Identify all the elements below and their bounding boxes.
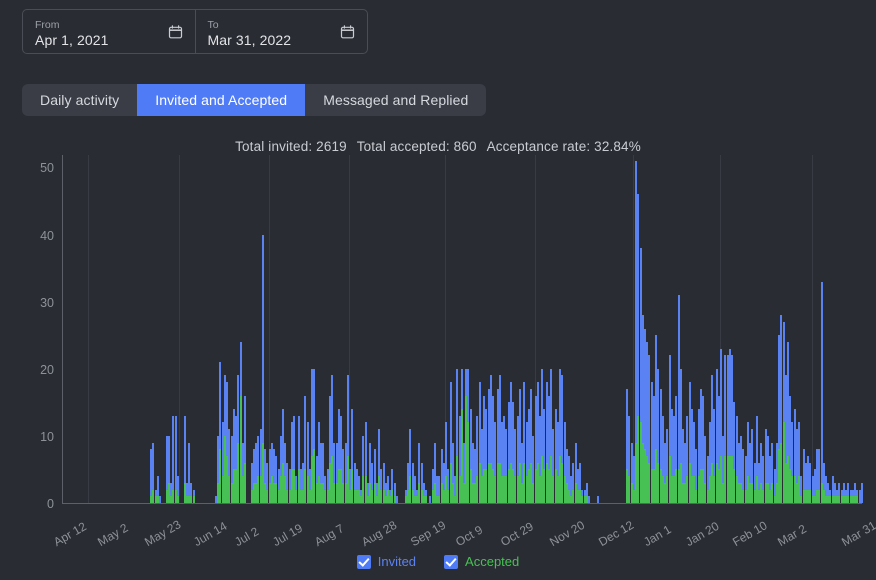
- calendar-icon[interactable]: [168, 24, 183, 39]
- x-tick-label: Dec 12: [596, 517, 637, 550]
- y-tick-label: 30: [40, 295, 54, 310]
- x-tick-label: Jun 14: [191, 518, 230, 550]
- truncated-top-element: [108, 0, 168, 4]
- chart-legend[interactable]: Invited Accepted: [0, 554, 876, 569]
- x-tick-label: May 23: [142, 517, 184, 550]
- stat-total-invited: Total invited: 2619: [235, 139, 347, 154]
- bar-accepted: [156, 496, 159, 503]
- x-tick-label: Apr 12: [51, 519, 89, 550]
- bar-series-container: [63, 155, 863, 503]
- bar-invited: [159, 496, 162, 503]
- tab-daily-activity[interactable]: Daily activity: [22, 84, 137, 116]
- tab-invited-and-accepted[interactable]: Invited and Accepted: [137, 84, 306, 116]
- plot-area: [62, 155, 863, 504]
- legend-label: Invited: [377, 554, 417, 569]
- date-range-picker[interactable]: From Apr 1, 2021 To Mar 31, 2022: [22, 9, 368, 54]
- bar-invited: [395, 496, 398, 503]
- x-tick-label: Sep 19: [408, 517, 449, 550]
- x-tick-label: Jul 2: [232, 524, 262, 550]
- y-tick-label: 20: [40, 362, 54, 377]
- bar-accepted: [425, 496, 427, 503]
- stat-acceptance-rate: Acceptance rate: 32.84%: [486, 139, 641, 154]
- x-tick-label: Feb 10: [730, 518, 770, 550]
- x-tick-label: Nov 20: [547, 517, 588, 550]
- y-tick-label: 40: [40, 228, 54, 243]
- legend-label: Accepted: [465, 554, 520, 569]
- date-to-label: To: [207, 19, 219, 31]
- x-tick-label: Jan 20: [683, 518, 722, 550]
- y-tick-label: 50: [40, 161, 54, 176]
- date-from-field[interactable]: From Apr 1, 2021: [23, 10, 195, 53]
- date-from-label: From: [35, 19, 60, 31]
- checkbox-invited[interactable]: [356, 554, 371, 569]
- bar-accepted: [393, 496, 396, 503]
- x-tick-label: May 2: [95, 520, 131, 550]
- x-tick-label: Jul 19: [270, 520, 305, 550]
- bar-accepted: [192, 496, 195, 503]
- stat-total-accepted: Total accepted: 860: [356, 139, 477, 154]
- legend-item-invited[interactable]: Invited: [356, 554, 417, 569]
- y-tick-label: 10: [40, 429, 54, 444]
- chart-tab-group[interactable]: Daily activity Invited and Accepted Messag…: [22, 84, 487, 116]
- y-tick-label: 0: [47, 497, 54, 511]
- bar-invited: [597, 496, 600, 503]
- x-tick-label: Oct 29: [498, 519, 536, 550]
- bar-accepted: [176, 496, 179, 503]
- tab-messaged-and-replied[interactable]: Messaged and Replied: [305, 84, 486, 116]
- date-from-value: Apr 1, 2021: [35, 32, 109, 48]
- bar-accepted: [856, 496, 859, 503]
- legend-item-accepted[interactable]: Accepted: [444, 554, 519, 569]
- x-tick-label: Aug 28: [359, 517, 400, 550]
- x-tick-label: Mar 31: [839, 518, 876, 550]
- invited-accepted-chart: 0 10 20 30 40 50 Apr 12 May 2 May 23 Jun 14 Jul 2…: [0, 155, 876, 555]
- date-to-field[interactable]: To Mar 31, 2022: [194, 10, 368, 53]
- calendar-icon[interactable]: [340, 24, 355, 39]
- bar-invited: [860, 482, 863, 503]
- bar-accepted: [585, 496, 588, 503]
- x-tick-label: Mar 2: [775, 521, 809, 550]
- x-tick-label: Oct 9: [453, 522, 486, 550]
- checkbox-accepted[interactable]: [444, 554, 459, 569]
- x-tick-label: Aug 7: [312, 521, 347, 550]
- x-tick-label: Jan 1: [641, 522, 674, 550]
- y-axis: 0 10 20 30 40 50: [0, 155, 54, 555]
- analytics-page: From Apr 1, 2021 To Mar 31, 2022 Daily a…: [0, 0, 876, 580]
- date-to-value: Mar 31, 2022: [207, 32, 292, 48]
- summary-stats: Total invited: 2619 Total accepted: 860 …: [0, 139, 876, 154]
- bar-invited: [588, 496, 591, 503]
- bar-accepted: [244, 462, 246, 503]
